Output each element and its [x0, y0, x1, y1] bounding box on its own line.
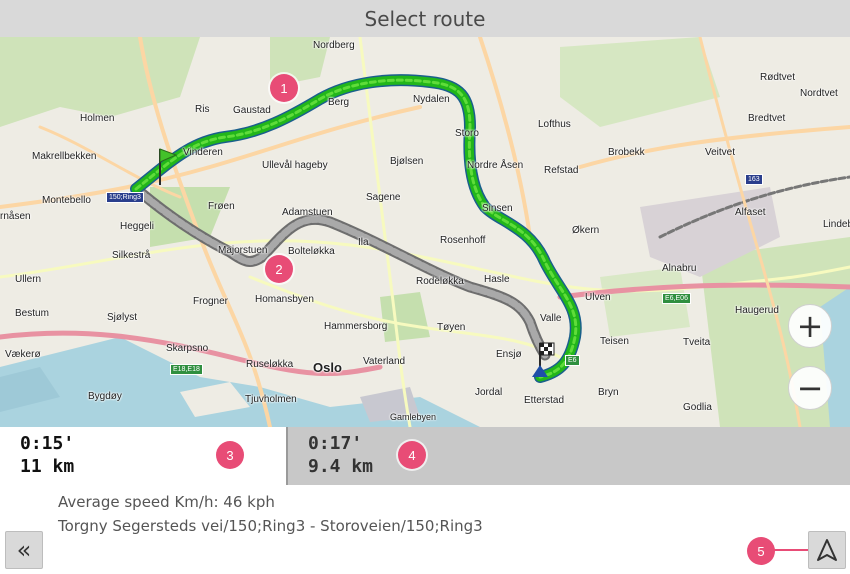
place-label: Veitvet: [705, 147, 736, 158]
place-label: Ullevål hageby: [262, 160, 328, 171]
place-label: Vinderen: [183, 147, 223, 158]
route-time: 0:15': [20, 433, 75, 454]
place-label: Gamlebyen: [390, 412, 437, 422]
place-label: Vækerø: [5, 349, 41, 360]
place-label: Lofthus: [538, 119, 571, 130]
place-label: Haugerud: [735, 305, 779, 316]
title-bar: Select route: [0, 0, 850, 37]
place-label: Ila: [358, 237, 369, 248]
place-label: Majorstuen: [218, 245, 268, 256]
road-shield: 163: [745, 174, 763, 185]
place-label: Frøen: [208, 201, 235, 212]
road-shield: E6,E06: [662, 293, 691, 304]
place-label: Silkestrå: [112, 250, 151, 261]
place-label: Bestum: [15, 308, 49, 319]
callout-connector: [774, 549, 808, 551]
route-distance: 9.4 km: [308, 456, 374, 477]
place-label: Ensjø: [496, 349, 522, 360]
place-label: Nordre Åsen: [467, 160, 524, 171]
callout-badge: 4: [398, 441, 426, 469]
page-title: Select route: [364, 6, 486, 31]
place-label: Nordberg: [313, 40, 355, 51]
place-label: Nydalen: [413, 94, 450, 105]
place-label: Bjølsen: [390, 156, 424, 167]
place-label: Godlia: [683, 402, 712, 413]
place-label: Teisen: [600, 336, 629, 347]
place-label: Berg: [328, 97, 350, 108]
place-label: Ris: [195, 104, 210, 115]
zoom-in-button[interactable]: +: [788, 304, 832, 348]
double-chevron-left-icon: «: [16, 536, 32, 564]
place-label: Bryn: [598, 387, 619, 398]
place-label: Sinsen: [482, 203, 513, 214]
place-label: Bolteløkka: [288, 246, 335, 257]
place-label: Lindeb: [823, 219, 850, 230]
place-label: Ullern: [15, 274, 42, 285]
callout-badge: 3: [216, 441, 244, 469]
place-label: Storo: [455, 128, 479, 139]
callout-badge: 1: [270, 74, 298, 102]
place-label: Nordtvet: [800, 88, 838, 99]
place-label-city: Oslo: [313, 360, 342, 375]
place-label: Etterstad: [524, 395, 565, 406]
place-label: Tøyen: [437, 322, 466, 333]
route-distance: 11 km: [20, 456, 75, 477]
map-view[interactable]: Nordberg Berg Nydalen Gaustad Ris Holmen…: [0, 37, 850, 427]
place-label: Valle: [540, 313, 562, 324]
place-label: rnåsen: [0, 211, 31, 222]
place-label: Bredtvet: [748, 113, 786, 124]
road-shield: 150;Ring3: [106, 192, 144, 203]
minus-icon: −: [796, 369, 824, 407]
park-area: [380, 292, 430, 342]
plus-icon: +: [796, 307, 824, 345]
place-label: Hammersborg: [324, 321, 388, 332]
place-label: Rosenhoff: [440, 235, 486, 246]
place-label: Ulven: [585, 292, 611, 303]
road-shield: E18,E18: [170, 364, 203, 375]
place-label: Vaterland: [363, 356, 406, 367]
route-time: 0:17': [308, 433, 363, 454]
place-label: Alfaset: [735, 207, 766, 218]
place-label: Tveita: [683, 337, 711, 348]
road-shield: E6: [565, 355, 580, 366]
place-label: Brobekk: [608, 147, 645, 158]
park-area: [150, 187, 230, 247]
place-label: Montebello: [42, 195, 91, 206]
park-area: [560, 37, 720, 127]
place-label: Jordal: [475, 387, 503, 398]
back-button[interactable]: «: [5, 531, 43, 569]
place-label: Frogner: [193, 296, 229, 307]
place-label: Rodeløkka: [416, 276, 464, 287]
place-label: Skarpsno: [166, 343, 209, 354]
place-label: Homansbyen: [255, 294, 314, 305]
place-label: Sagene: [366, 192, 401, 203]
place-label: Refstad: [544, 165, 579, 176]
place-label: Makrellbekken: [32, 151, 97, 162]
place-label: Heggeli: [120, 221, 154, 232]
average-speed-text: Average speed Km/h: 46 kph: [58, 493, 275, 511]
place-label: Ruseløkka: [246, 359, 294, 370]
route-roads-text: Torgny Segersteds vei/150;Ring3 - Storov…: [58, 517, 483, 535]
callout-badge: 5: [747, 537, 775, 565]
place-label: Gaustad: [233, 105, 271, 116]
place-label: Hasle: [484, 274, 510, 285]
place-label: Økern: [572, 225, 600, 236]
place-label: Tjuvholmen: [245, 394, 297, 405]
zoom-out-button[interactable]: −: [788, 366, 832, 410]
navigation-arrow-icon: [817, 539, 837, 561]
place-label: Sjølyst: [107, 312, 137, 323]
place-label: Holmen: [80, 113, 115, 124]
callout-badge: 2: [265, 255, 293, 283]
place-label: Adamstuen: [282, 207, 333, 218]
route-option-2[interactable]: 0:17' 9.4 km: [286, 427, 850, 485]
place-label: Bygdøy: [88, 391, 122, 402]
start-navigation-button[interactable]: [808, 531, 846, 569]
place-label: Rødtvet: [760, 72, 796, 83]
place-label: Alnabru: [662, 263, 697, 274]
